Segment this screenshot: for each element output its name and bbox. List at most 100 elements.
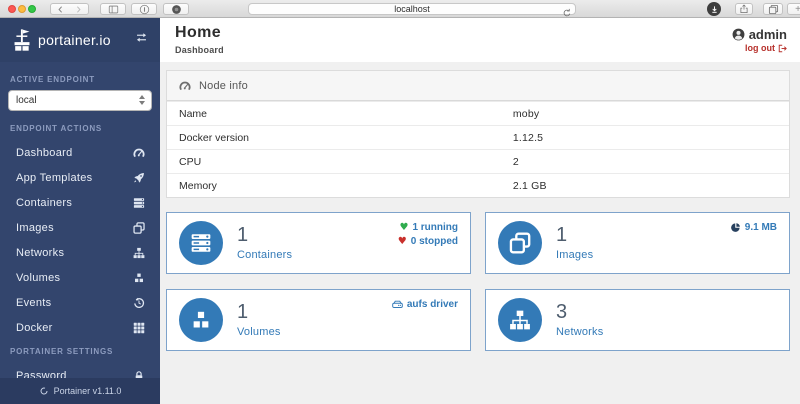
- tachometer-icon: [133, 147, 145, 159]
- images-circle: [498, 221, 542, 265]
- hdd-icon: [392, 299, 403, 310]
- info-label: Name: [167, 108, 513, 120]
- share-icon: [739, 4, 749, 14]
- server-icon: [190, 232, 212, 254]
- pie-chart-icon: [730, 222, 741, 233]
- history-icon: [133, 297, 145, 309]
- tabs-icon: [768, 4, 779, 15]
- active-endpoint-label: ACTIVE ENDPOINT: [0, 75, 160, 84]
- clone-icon: [133, 222, 145, 234]
- networks-count: 3: [556, 302, 603, 322]
- sidebar-item-label: Docker: [16, 322, 53, 334]
- networks-label: Networks: [556, 326, 603, 338]
- download-icon: [710, 5, 719, 14]
- info-value: 1.12.5: [513, 132, 543, 144]
- info-value: 2.1 GB: [513, 180, 547, 192]
- node-info-panel: Node info Name moby Docker version 1.12.…: [166, 70, 790, 198]
- username: admin: [749, 27, 787, 42]
- node-info-header: Node info: [167, 71, 789, 101]
- minimize-window-button[interactable]: [18, 5, 26, 13]
- sign-out-icon: [778, 44, 787, 53]
- node-info-title: Node info: [199, 80, 248, 92]
- grid-icon: [133, 322, 145, 334]
- sidebar-logo[interactable]: portainer.io: [0, 18, 160, 62]
- sidebar-icon: [108, 4, 119, 15]
- version-text: Portainer v1.11.0: [54, 386, 122, 396]
- downloads-button[interactable]: [707, 2, 721, 16]
- dashboard-cards: 1 Containers ♥1 running ♥0 stopped: [166, 212, 790, 351]
- sidebar-item-label: Networks: [16, 247, 64, 259]
- endpoint-select[interactable]: local: [8, 90, 152, 111]
- networks-circle: [498, 298, 542, 342]
- select-stepper-icon: [139, 95, 145, 105]
- info-value: moby: [513, 108, 539, 120]
- sidebar-item-docker[interactable]: Docker: [0, 315, 160, 340]
- rocket-icon: [133, 172, 145, 184]
- sidebar-item-label: App Templates: [16, 172, 92, 184]
- zoom-window-button[interactable]: [28, 5, 36, 13]
- sidebar-toggle-button[interactable]: [100, 3, 126, 15]
- sidebar-item-volumes[interactable]: Volumes: [0, 265, 160, 290]
- reload-button[interactable]: [562, 5, 572, 23]
- extension-button[interactable]: [163, 3, 189, 15]
- containers-card[interactable]: 1 Containers ♥1 running ♥0 stopped: [166, 212, 471, 274]
- page-header: Home Dashboard admin log out: [160, 18, 800, 62]
- images-label: Images: [556, 249, 593, 261]
- logout-link[interactable]: log out: [732, 43, 787, 53]
- browser-toolbar: localhost +: [0, 0, 800, 18]
- info-circle-icon: [139, 4, 150, 15]
- sidebar-item-label: Events: [16, 297, 51, 309]
- new-tab-button[interactable]: +: [787, 3, 800, 15]
- sidebar-item-label: Containers: [16, 197, 72, 209]
- table-row: Name moby: [167, 101, 789, 125]
- info-label: CPU: [167, 156, 513, 168]
- endpoint-actions-label: ENDPOINT ACTIONS: [0, 124, 160, 133]
- volumes-card[interactable]: 1 Volumes aufs driver: [166, 289, 471, 351]
- portainer-settings-label: PORTAINER SETTINGS: [0, 347, 160, 356]
- sidebar-menu: Dashboard App Templates Containers Image…: [0, 140, 160, 340]
- portainer-app: portainer.io ACTIVE ENDPOINT local ENDPO…: [0, 18, 800, 404]
- endpoint-select-value: local: [16, 95, 37, 106]
- sidebar-item-images[interactable]: Images: [0, 215, 160, 240]
- sidebar-item-label: Volumes: [16, 272, 60, 284]
- sidebar-item-containers[interactable]: Containers: [0, 190, 160, 215]
- table-row: Docker version 1.12.5: [167, 125, 789, 149]
- close-window-button[interactable]: [8, 5, 16, 13]
- running-stat: ♥1 running: [399, 222, 458, 233]
- page-title: Home: [175, 25, 224, 41]
- sidebar-item-app-templates[interactable]: App Templates: [0, 165, 160, 190]
- sidebar-item-label: Dashboard: [16, 147, 73, 159]
- dashboard-content: Node info Name moby Docker version 1.12.…: [160, 62, 800, 351]
- containers-count: 1: [237, 225, 292, 245]
- sidebar-item-dashboard[interactable]: Dashboard: [0, 140, 160, 165]
- sidebar-item-label: Images: [16, 222, 54, 234]
- sidebar-item-networks[interactable]: Networks: [0, 240, 160, 265]
- containers-circle: [179, 221, 223, 265]
- sitemap-icon: [133, 247, 145, 259]
- forward-button[interactable]: [69, 3, 89, 15]
- main-area: Home Dashboard admin log out: [160, 18, 800, 404]
- breadcrumb: Dashboard: [175, 45, 224, 55]
- volumes-count: 1: [237, 302, 281, 322]
- sidebar-footer[interactable]: Portainer v1.11.0: [0, 378, 160, 404]
- images-card[interactable]: 1 Images 9.1 MB: [485, 212, 790, 274]
- networks-card[interactable]: 3 Networks: [485, 289, 790, 351]
- info-label: Docker version: [167, 132, 513, 144]
- tachometer-icon: [179, 80, 191, 92]
- exchange-arrows-icon: [135, 31, 148, 44]
- chevron-right-icon: [74, 5, 83, 14]
- server-icon: [133, 197, 145, 209]
- logo-text: portainer.io: [38, 32, 111, 48]
- table-row: CPU 2: [167, 149, 789, 173]
- sidebar-item-events[interactable]: Events: [0, 290, 160, 315]
- url-text: localhost: [394, 4, 430, 14]
- table-row: Memory 2.1 GB: [167, 173, 789, 197]
- address-bar[interactable]: localhost: [248, 3, 576, 15]
- show-tabs-button[interactable]: [763, 3, 783, 15]
- reader-button[interactable]: [131, 3, 157, 15]
- volumes-circle: [179, 298, 223, 342]
- stopped-stat: ♥0 stopped: [398, 236, 458, 247]
- share-button[interactable]: [735, 3, 753, 15]
- back-button[interactable]: [50, 3, 70, 15]
- switch-endpoint-button[interactable]: [135, 31, 148, 49]
